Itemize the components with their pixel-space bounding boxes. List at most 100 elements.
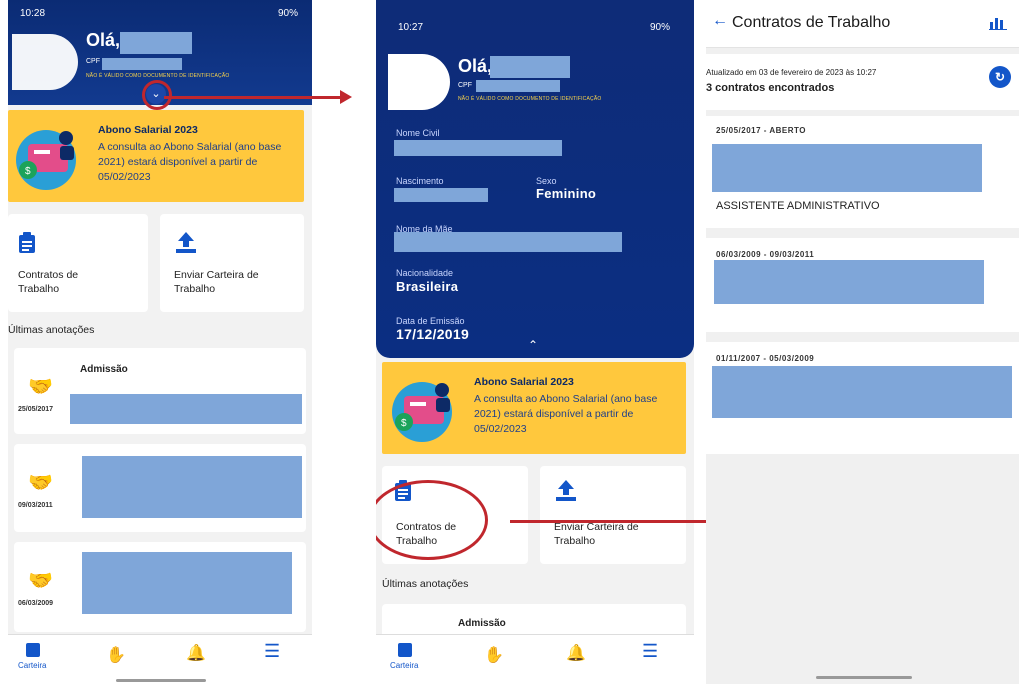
wallet-icon: $	[392, 382, 452, 442]
upload-icon	[176, 232, 196, 253]
redacted-note	[82, 552, 292, 614]
greeting: Olá,	[458, 56, 493, 76]
contracts-card[interactable]: Contratos de Trabalho	[8, 214, 148, 312]
note-item[interactable]: 🤝 06/03/2009	[14, 542, 306, 632]
nome-civil-label: Nome Civil	[396, 128, 440, 138]
hand-coin-icon[interactable]: ✋	[484, 645, 504, 665]
send-card-label: Enviar Carteira de Trabalho	[174, 269, 259, 295]
back-arrow-icon[interactable]: ←	[712, 12, 728, 30]
screen-home: 10:28 90% Olá, CPF NÃO É VÁLIDO COMO DOC…	[8, 0, 312, 684]
status-battery: 90%	[649, 22, 670, 33]
redacted-cpf	[476, 80, 560, 92]
upload-icon	[556, 480, 576, 501]
contract-period: 06/03/2009 - 09/03/2011	[716, 250, 815, 259]
redacted-name	[490, 56, 570, 78]
status-time: 10:28	[20, 8, 46, 19]
nacionalidade-value: Brasileira	[396, 279, 459, 294]
handshake-icon: 🤝	[28, 376, 53, 398]
contract-item[interactable]: 25/05/2017 - ABERTO ASSISTENTE ADMINISTR…	[706, 116, 1019, 228]
updated-text: Atualizado em 03 de fevereiro de 2023 às…	[706, 68, 877, 77]
sexo-value: Feminino	[536, 186, 597, 201]
nav-carteira-label[interactable]: Carteira	[390, 661, 418, 670]
contracts-card-label: Contratos de Trabalho	[18, 269, 79, 295]
note-date: 06/03/2009	[18, 600, 54, 607]
menu-icon[interactable]: ☰	[264, 641, 280, 662]
chart-icon[interactable]	[989, 16, 1007, 30]
refresh-icon[interactable]: ↻	[989, 66, 1011, 88]
nascimento-label: Nascimento	[396, 176, 444, 186]
note-title: Admissão	[80, 364, 128, 375]
bottom-nav: Carteira ✋ 🔔 ☰	[376, 634, 694, 684]
greeting: Olá,	[86, 30, 121, 50]
note-title: Admissão	[458, 618, 506, 629]
annotation-arrow-2	[510, 520, 706, 523]
note-date: 25/05/2017	[18, 406, 54, 413]
page-title: Contratos de Trabalho	[732, 14, 891, 31]
sexo-label: Sexo	[536, 176, 557, 186]
collapse-icon[interactable]: ⌃	[528, 338, 538, 352]
home-indicator	[116, 679, 206, 682]
redacted-note	[70, 394, 302, 424]
status-battery: 90%	[277, 8, 298, 19]
arrow-head-icon	[340, 90, 352, 104]
section-recent-notes: Últimas anotações	[382, 578, 469, 590]
nav-carteira-label[interactable]: Carteira	[18, 661, 46, 670]
app-bar: ← Contratos de Trabalho	[706, 0, 1019, 48]
hand-coin-icon[interactable]: ✋	[106, 645, 126, 665]
redacted-mother-name	[394, 232, 622, 252]
menu-icon[interactable]: ☰	[642, 641, 658, 662]
contract-item[interactable]: 06/03/2009 - 09/03/2011	[706, 238, 1019, 332]
bell-icon[interactable]: 🔔	[186, 643, 206, 663]
wallet-icon: $	[16, 130, 76, 190]
redacted-cpf	[102, 58, 182, 70]
banner-title: Abono Salarial 2023	[474, 376, 574, 388]
section-recent-notes: Últimas anotações	[8, 324, 95, 336]
avatar	[388, 54, 450, 110]
svg-text:$: $	[401, 418, 407, 429]
redacted-nome-civil	[394, 140, 562, 156]
nacionalidade-label: Nacionalidade	[396, 268, 454, 278]
contract-period: 25/05/2017 - ABERTO	[716, 126, 806, 135]
redacted-note	[82, 456, 302, 518]
bell-icon[interactable]: 🔔	[566, 643, 586, 663]
id-notice: NÃO É VÁLIDO COMO DOCUMENTO DE IDENTIFIC…	[86, 73, 230, 79]
clipboard-icon	[19, 232, 35, 253]
redacted-birthdate	[394, 188, 488, 202]
redacted-employer	[712, 144, 982, 192]
contracts-count: 3 contratos encontrados	[706, 82, 835, 94]
id-notice: NÃO É VÁLIDO COMO DOCUMENTO DE IDENTIFIC…	[458, 96, 602, 102]
status-time: 10:27	[398, 22, 424, 33]
abono-banner[interactable]: $ Abono Salarial 2023 A consulta ao Abon…	[382, 362, 686, 454]
bottom-nav: Carteira ✋ 🔔 ☰	[8, 634, 312, 684]
svg-text:$: $	[25, 166, 31, 177]
abono-banner[interactable]: $ Abono Salarial 2023 A consulta ao Abon…	[8, 110, 304, 202]
emissao-label: Data de Emissão	[396, 316, 465, 326]
home-indicator	[816, 676, 912, 679]
contract-period: 01/11/2007 - 05/03/2009	[716, 354, 815, 363]
annotation-arrow-1	[164, 96, 344, 99]
screen-profile-expanded: 10:27 90% Olá, CPF NÃO É VÁLIDO COMO DOC…	[376, 0, 694, 684]
note-item[interactable]: 🤝 09/03/2011	[14, 444, 306, 532]
avatar	[12, 34, 78, 90]
redacted-employer	[714, 260, 984, 304]
send-card[interactable]: Enviar Carteira de Trabalho	[540, 466, 686, 564]
contract-role: ASSISTENTE ADMINISTRATIVO	[716, 200, 880, 212]
banner-title: Abono Salarial 2023	[98, 124, 198, 136]
contract-item[interactable]: 01/11/2007 - 05/03/2009	[706, 342, 1019, 454]
note-item[interactable]: Admissão 🤝 25/05/2017	[14, 348, 306, 434]
redacted-name	[120, 32, 192, 54]
banner-text: A consulta ao Abono Salarial (ano base 2…	[98, 141, 282, 183]
send-card[interactable]: Enviar Carteira de Trabalho	[160, 214, 304, 312]
emissao-value: 17/12/2019	[396, 326, 470, 342]
profile-card: 10:27 90% Olá, CPF NÃO É VÁLIDO COMO DOC…	[376, 0, 694, 358]
handshake-icon: 🤝	[28, 570, 53, 592]
screen-contracts: ← Contratos de Trabalho Atualizado em 03…	[706, 0, 1019, 684]
cpf-label: CPF	[86, 58, 100, 65]
wallet-card-icon[interactable]	[398, 643, 412, 657]
banner-text: A consulta ao Abono Salarial (ano base 2…	[474, 393, 658, 435]
cpf-label: CPF	[458, 82, 472, 89]
send-card-label: Enviar Carteira de Trabalho	[554, 521, 639, 547]
redacted-employer	[712, 366, 1012, 418]
wallet-card-icon[interactable]	[26, 643, 40, 657]
note-date: 09/03/2011	[18, 502, 53, 509]
